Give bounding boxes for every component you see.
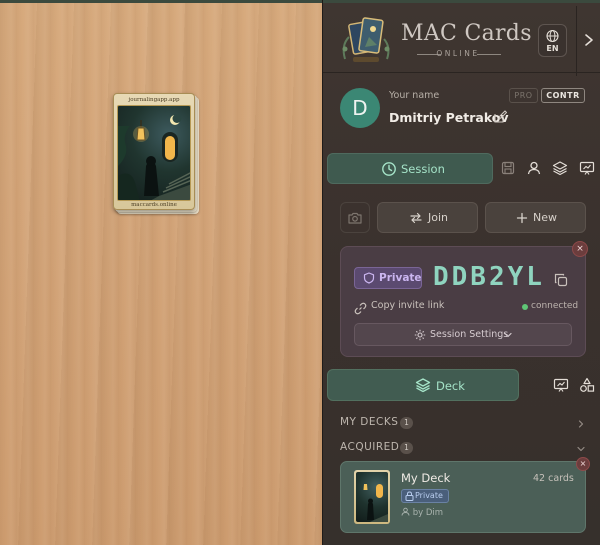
remove-deck-button[interactable]: × <box>576 457 590 471</box>
session-settings-label: Session Settings <box>430 329 509 340</box>
join-session-button[interactable]: Join <box>377 202 478 233</box>
deck-author: by Dim <box>401 507 443 518</box>
side-panel: MAC Cards ONLINE EN D Your name Dmitriy … <box>322 0 600 545</box>
pro-badge[interactable]: PRO <box>509 88 538 103</box>
close-session-button[interactable]: × <box>572 241 588 257</box>
card-top-caption: journalingapp.app <box>128 97 180 103</box>
app-title: MAC Cards <box>401 21 532 46</box>
chevron-right-icon <box>585 34 593 46</box>
tab-deck[interactable]: Deck <box>327 369 519 401</box>
user-avatar: D <box>340 88 380 128</box>
card-deck-stack[interactable]: journalingapp.app maccards.online <box>113 93 199 214</box>
session-code: DDB2YL <box>433 262 545 292</box>
lock-icon <box>405 491 414 501</box>
deck-list-item[interactable]: My Deck 42 cards Private by Dim <box>340 461 586 533</box>
session-privacy-badge[interactable]: Private <box>354 267 422 289</box>
panel-header: MAC Cards ONLINE EN <box>323 0 600 76</box>
shield-icon <box>363 272 375 284</box>
join-label: Join <box>428 211 449 224</box>
session-settings-button[interactable]: Session Settings <box>354 323 572 346</box>
chevron-right-icon <box>578 420 584 428</box>
app-subtitle-row: ONLINE <box>403 49 513 59</box>
contr-badge[interactable]: CONTR <box>541 88 585 103</box>
language-button[interactable]: EN <box>538 24 567 57</box>
session-privacy-label: Private <box>379 272 422 284</box>
tab-deck-label: Deck <box>436 379 465 393</box>
section-my-decks[interactable]: MY DECKS 1 <box>340 415 588 431</box>
camera-icon <box>348 212 362 224</box>
link-icon[interactable] <box>354 300 367 315</box>
new-session-button[interactable]: New <box>485 202 586 233</box>
section-title: ACQUIRED <box>340 441 400 453</box>
layers-icon[interactable] <box>552 160 568 176</box>
header-divider <box>576 6 577 76</box>
your-name-label: Your name <box>389 90 440 101</box>
tab-session-label: Session <box>401 162 445 176</box>
collapse-panel-button[interactable] <box>581 31 597 49</box>
tarot-cards-logo-icon <box>339 15 393 67</box>
deck-thumbnail <box>354 470 390 524</box>
tab-session[interactable]: Session <box>327 153 493 184</box>
save-icon[interactable] <box>500 160 516 176</box>
language-label: EN <box>546 44 559 53</box>
section-acquired[interactable]: ACQUIRED 1 <box>340 440 588 456</box>
shapes-icon[interactable] <box>579 377 595 393</box>
card-table[interactable]: journalingapp.app maccards.online <box>0 0 322 545</box>
new-label: New <box>533 211 557 224</box>
lantern-night-illustration <box>118 114 190 200</box>
deck-card-count: 42 cards <box>533 473 574 484</box>
gear-icon <box>414 329 426 341</box>
deck-privacy-badge: Private <box>401 489 449 503</box>
camera-button[interactable] <box>340 202 370 233</box>
edit-name-icon[interactable] <box>493 109 508 123</box>
session-card: Private DDB2YL Copy invite link connecte… <box>340 246 586 357</box>
copy-icon[interactable] <box>554 272 568 287</box>
clock-icon <box>382 162 396 176</box>
deck-thumbnail-art <box>356 472 388 522</box>
deck-author-label: by Dim <box>412 508 444 518</box>
user-name[interactable]: Dmitriy Petrakov <box>389 110 509 125</box>
section-count-badge: 1 <box>400 417 413 429</box>
section-count-badge: 1 <box>400 442 413 454</box>
presentation-icon[interactable] <box>579 160 595 176</box>
deck-privacy-label: Private <box>415 491 443 500</box>
chevron-down-icon <box>504 332 512 338</box>
chevron-down-icon <box>577 446 585 452</box>
section-title: MY DECKS <box>340 416 399 428</box>
user-icon[interactable] <box>526 160 542 176</box>
copy-invite-link[interactable]: Copy invite link <box>371 300 444 311</box>
subtitle-line <box>477 54 501 55</box>
connection-status: connected <box>531 301 579 311</box>
swap-icon <box>410 212 422 224</box>
card-bottom-caption: maccards.online <box>131 202 177 208</box>
card-artwork <box>117 105 191 201</box>
plus-icon <box>516 212 528 224</box>
deck-name: My Deck <box>401 471 451 485</box>
user-icon <box>401 507 410 516</box>
top-card[interactable]: journalingapp.app maccards.online <box>113 93 195 210</box>
presentation-icon[interactable] <box>553 377 569 393</box>
connection-status-dot <box>522 304 528 310</box>
layers-icon <box>415 378 431 393</box>
